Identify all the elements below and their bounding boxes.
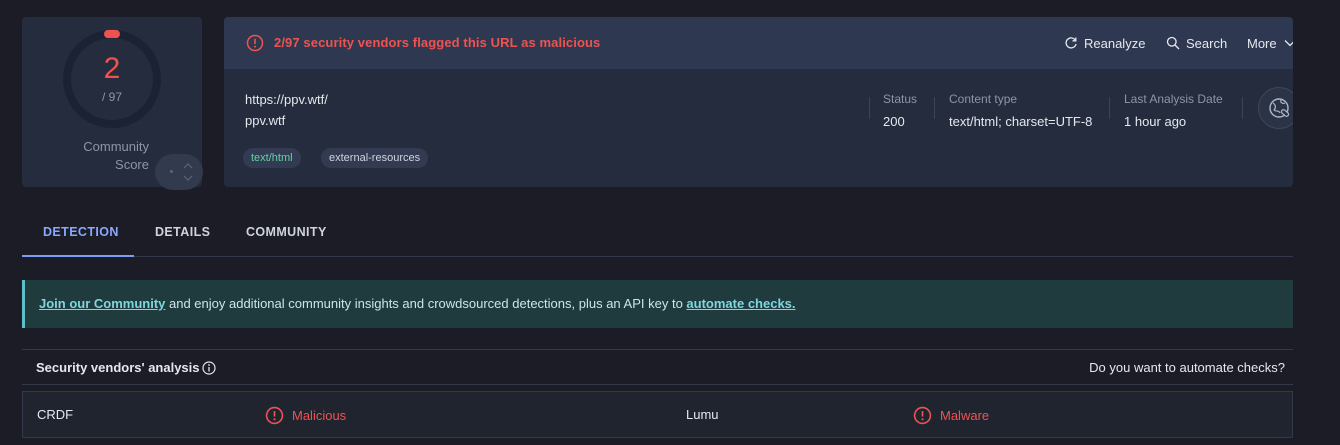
- section-tabs: DETECTION DETAILS COMMUNITY: [22, 214, 1293, 257]
- more-label: More: [1247, 35, 1277, 51]
- verdict-label: Malicious: [292, 408, 347, 423]
- community-vote-widget[interactable]: [155, 154, 203, 190]
- status-column: Status 200: [883, 92, 917, 129]
- last-analysis-column: Last Analysis Date 1 hour ago: [1124, 92, 1223, 129]
- globe-link-icon: [1269, 98, 1290, 118]
- automate-checks-prompt[interactable]: Do you want to automate checks?: [1089, 360, 1285, 375]
- url-host[interactable]: ppv.wtf: [245, 113, 285, 128]
- automate-checks-link[interactable]: automate checks.: [686, 296, 795, 311]
- search-button[interactable]: Search: [1166, 34, 1227, 52]
- more-menu-button[interactable]: More: [1247, 34, 1293, 52]
- reanalyze-label: Reanalyze: [1084, 35, 1146, 51]
- alert-circle-icon: [246, 34, 264, 52]
- vendor-verdict: Malware: [913, 406, 989, 425]
- refresh-icon: [1065, 37, 1077, 49]
- info-icon[interactable]: [202, 361, 216, 375]
- reanalyze-button[interactable]: Reanalyze: [1064, 34, 1145, 52]
- vendor-name: CRDF: [37, 407, 74, 422]
- upvote-icon[interactable]: [183, 163, 193, 169]
- vendors-analysis-header: Security vendors' analysis Do you want t…: [22, 349, 1293, 385]
- divider: [1242, 97, 1243, 119]
- last-analysis-label: Last Analysis Date: [1124, 92, 1223, 106]
- community-banner: Join our Community and enjoy additional …: [22, 280, 1293, 328]
- status-value: 200: [883, 114, 905, 129]
- detection-score-card: 2 / 97 Community Score: [22, 17, 203, 190]
- divider: [1109, 97, 1110, 119]
- vendor-name: Lumu: [686, 407, 719, 422]
- tag-text-html[interactable]: text/html: [243, 148, 301, 168]
- status-label: Status: [883, 92, 918, 106]
- downvote-icon[interactable]: [183, 175, 193, 181]
- url-identity-badge[interactable]: [1258, 87, 1293, 129]
- tag-external-resources[interactable]: external-resources: [321, 148, 429, 168]
- alert-circle-icon: [913, 406, 932, 425]
- banner-text: and enjoy additional community insights …: [165, 296, 687, 311]
- search-label: Search: [1186, 35, 1228, 51]
- verdict-label: Malware: [940, 408, 990, 423]
- table-row: CRDF Malicious Lumu Malware: [22, 391, 1293, 438]
- url-full[interactable]: https://ppv.wtf/: [245, 92, 328, 107]
- detection-count: 2: [103, 52, 121, 85]
- content-type-value: text/html; charset=UTF-8: [949, 114, 1093, 129]
- last-analysis-value: 1 hour ago: [1124, 114, 1187, 129]
- vendors-analysis-title: Security vendors' analysis: [36, 360, 200, 375]
- content-type-column: Content type text/html; charset=UTF-8: [949, 92, 1092, 129]
- join-community-link[interactable]: Join our Community: [39, 296, 165, 311]
- tab-community[interactable]: COMMUNITY: [246, 225, 327, 239]
- content-type-label: Content type: [949, 92, 1018, 106]
- url-info-card: 2/97 security vendors flagged this URL a…: [224, 17, 1293, 187]
- chevron-down-icon: [1284, 40, 1293, 47]
- divider: [934, 97, 935, 119]
- tab-details[interactable]: DETAILS: [155, 225, 210, 239]
- vote-dot: [170, 170, 173, 173]
- vendor-verdict: Malicious: [265, 406, 346, 425]
- active-tab-indicator: [22, 255, 134, 257]
- alert-circle-icon: [265, 406, 284, 425]
- alert-header: 2/97 security vendors flagged this URL a…: [224, 17, 1293, 69]
- tab-detection[interactable]: DETECTION: [43, 225, 119, 239]
- search-icon: [1166, 36, 1180, 50]
- detection-total: / 97: [101, 90, 122, 104]
- alert-message: 2/97 security vendors flagged this URL a…: [274, 35, 601, 50]
- community-score-label: Community Score: [83, 139, 149, 172]
- divider: [869, 97, 870, 119]
